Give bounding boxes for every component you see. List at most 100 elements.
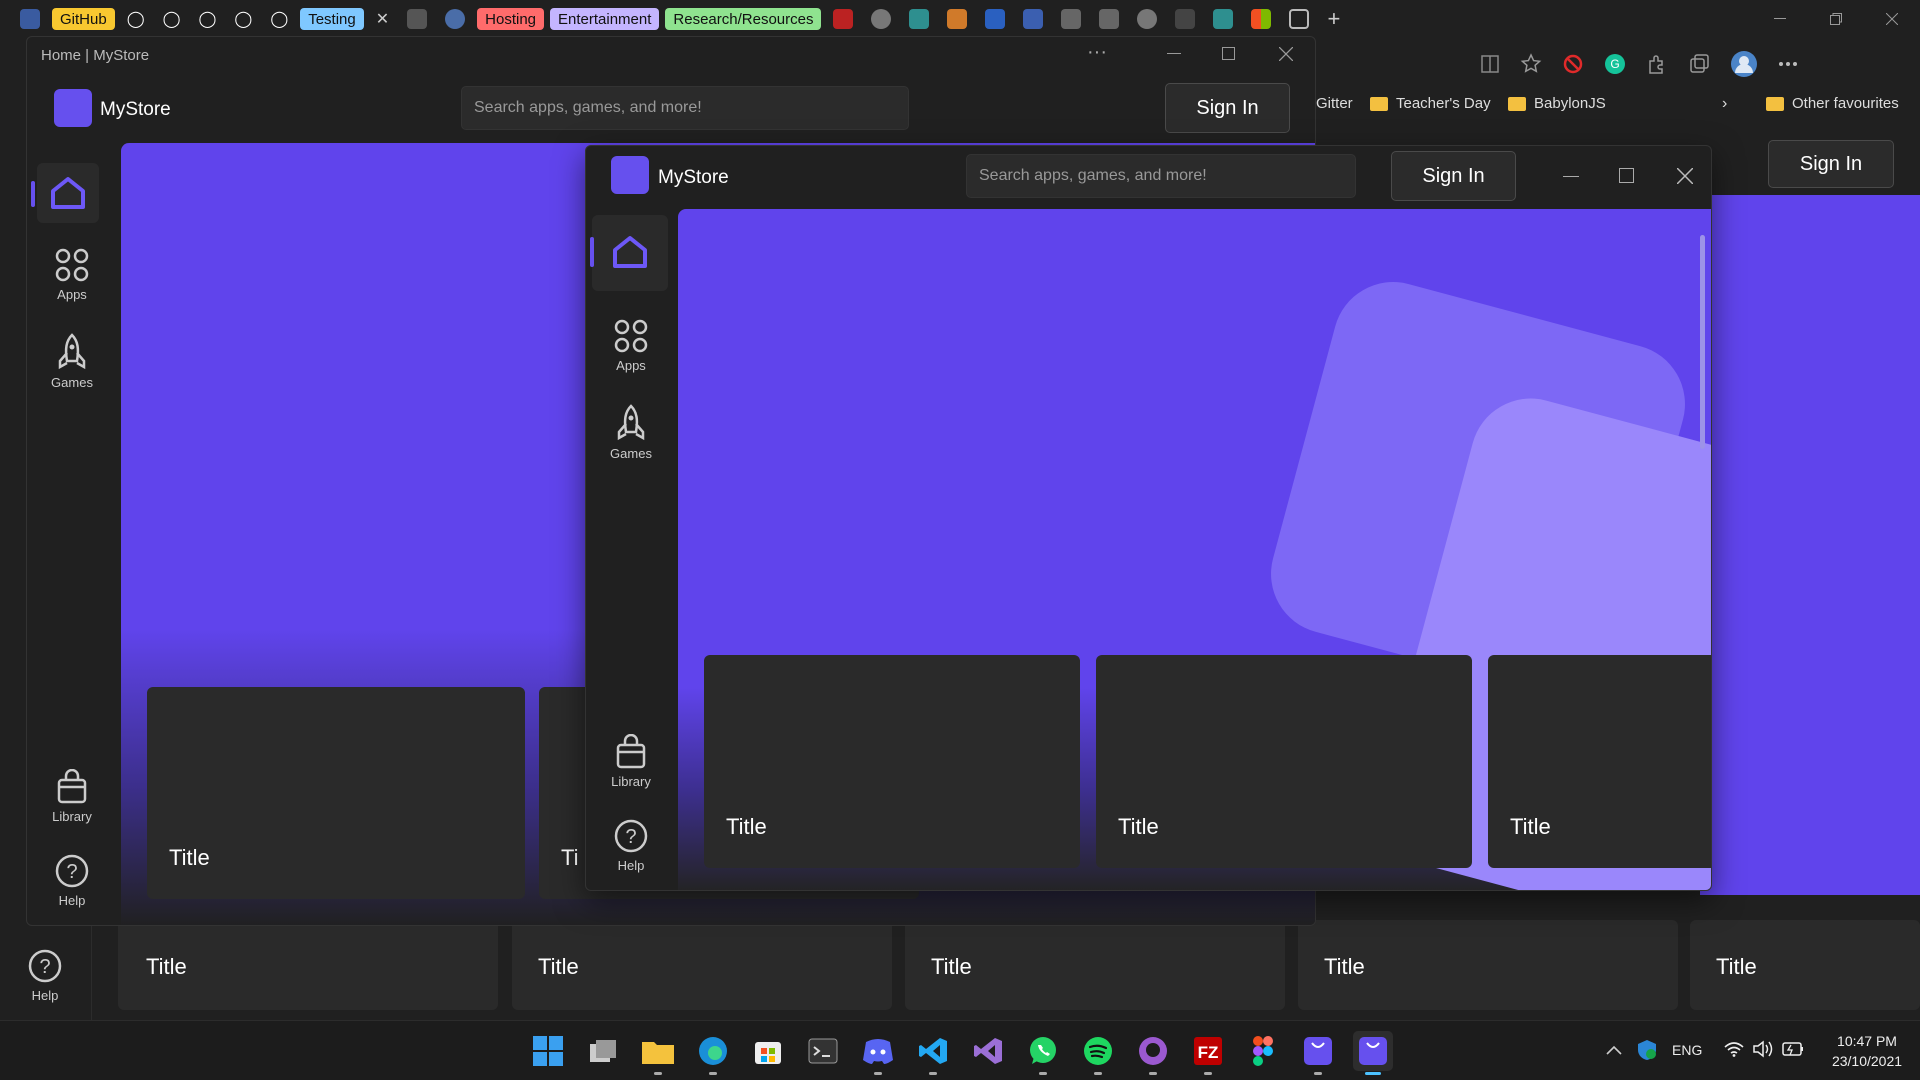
sign-in-button[interactable]: Sign In [1165, 83, 1290, 133]
add-favourite-icon[interactable] [1520, 53, 1542, 75]
tab-page-10[interactable] [1093, 7, 1125, 31]
collections-icon[interactable] [1688, 53, 1710, 75]
tab-page-3[interactable] [827, 7, 859, 31]
taskbar-discord[interactable] [858, 1031, 898, 1075]
taskbar-file-explorer[interactable] [638, 1031, 678, 1075]
language-indicator[interactable]: ENG [1672, 1042, 1702, 1058]
nav-library[interactable]: Library [586, 734, 676, 789]
nav-games[interactable]: Games [27, 333, 117, 390]
card[interactable]: Title [147, 687, 525, 899]
card[interactable]: Title [1488, 655, 1711, 868]
close-icon[interactable] [1677, 168, 1693, 184]
favourites-overflow[interactable]: › [1722, 95, 1727, 113]
tab-group-entertainment[interactable]: Entertainment [550, 8, 660, 30]
tab-page-4[interactable] [865, 7, 897, 31]
sign-in-button[interactable]: Sign In [1391, 151, 1516, 201]
battery-icon[interactable] [1782, 1041, 1804, 1057]
clock[interactable]: 10:47 PM 23/10/2021 [1820, 1031, 1914, 1071]
volume-icon[interactable] [1752, 1040, 1774, 1058]
nav-help[interactable]: ? Help [27, 853, 117, 908]
taskbar-spotify[interactable] [1078, 1031, 1118, 1075]
tab-page-1[interactable] [401, 7, 433, 31]
start-button[interactable] [528, 1031, 568, 1071]
tab-page-13[interactable] [1207, 7, 1239, 31]
taskbar-whatsapp[interactable] [1023, 1031, 1063, 1075]
tab-page-11[interactable] [1131, 7, 1163, 31]
taskbar-github-desktop[interactable] [1133, 1031, 1173, 1075]
card[interactable]: Title [512, 920, 892, 1010]
more-options-icon[interactable]: ··· [1087, 41, 1107, 64]
card[interactable]: Title [905, 920, 1285, 1010]
tab-page-8[interactable] [1017, 7, 1049, 31]
tab-favicon[interactable] [14, 7, 46, 31]
nav-home[interactable] [31, 163, 99, 223]
grammarly-icon[interactable]: G [1604, 53, 1626, 75]
nav-library[interactable]: Library [27, 769, 117, 824]
tab-github-5[interactable]: ◯ [264, 7, 294, 31]
maximize-button[interactable] [1619, 168, 1634, 183]
tab-page-9[interactable] [1055, 7, 1087, 31]
tab-page-12[interactable] [1169, 7, 1201, 31]
card[interactable]: Title [1096, 655, 1472, 868]
split-screen-icon[interactable] [1480, 54, 1500, 74]
tab-github-2[interactable]: ◯ [157, 7, 187, 31]
maximize-button[interactable] [1222, 47, 1235, 60]
close-button[interactable] [1864, 0, 1920, 38]
nav-apps[interactable]: Apps [586, 318, 676, 373]
favourite-folder-babylonjs[interactable]: BabylonJS [1508, 95, 1606, 112]
favourite-folder-teachers-day[interactable]: Teacher's Day [1370, 95, 1491, 112]
nav-apps[interactable]: Apps [27, 247, 117, 302]
tab-group-github[interactable]: GitHub [52, 8, 115, 30]
search-input[interactable]: Search apps, games, and more! [461, 86, 909, 130]
tab-page-6[interactable] [941, 7, 973, 31]
new-tab-button[interactable]: + [1321, 6, 1346, 31]
close-icon[interactable] [1279, 47, 1293, 61]
scrollbar[interactable] [1700, 235, 1705, 449]
card[interactable]: Title [704, 655, 1080, 868]
blocker-extension-icon[interactable] [1562, 53, 1584, 75]
minimize-button[interactable] [1752, 0, 1808, 38]
taskbar-visual-studio[interactable] [968, 1031, 1008, 1071]
task-view-button[interactable] [583, 1031, 623, 1071]
taskbar-mystore-active[interactable] [1353, 1031, 1393, 1075]
tab-active[interactable]: ✕ [370, 7, 395, 31]
tab-github-1[interactable]: ◯ [121, 7, 151, 31]
restore-button[interactable] [1808, 0, 1864, 38]
nav-home[interactable] [590, 215, 668, 291]
card[interactable]: Title [118, 920, 498, 1010]
favourite-gitter[interactable]: Gitter [1316, 95, 1353, 112]
tab-page-15[interactable] [1283, 7, 1315, 31]
wifi-icon[interactable] [1724, 1041, 1744, 1057]
card[interactable]: Title [1298, 920, 1678, 1010]
tab-group-research[interactable]: Research/Resources [665, 8, 822, 30]
tab-github-4[interactable]: ◯ [228, 7, 258, 31]
extensions-icon[interactable] [1646, 53, 1668, 75]
taskbar-microsoft-store[interactable] [748, 1031, 788, 1071]
nav-games[interactable]: Games [586, 404, 676, 461]
tab-github-3[interactable]: ◯ [193, 7, 223, 31]
taskbar-figma[interactable] [1243, 1031, 1283, 1071]
nav-help[interactable]: ? Help [586, 818, 676, 873]
more-options-icon[interactable] [1778, 61, 1798, 67]
background-sign-in-button[interactable]: Sign In [1768, 140, 1894, 188]
taskbar-terminal[interactable] [803, 1031, 843, 1071]
background-nav-help[interactable]: ? Help [0, 948, 90, 1003]
tab-page-7[interactable] [979, 7, 1011, 31]
tab-group-hosting[interactable]: Hosting [477, 8, 545, 30]
search-input[interactable]: Search apps, games, and more! [966, 154, 1356, 198]
minimize-button[interactable] [1167, 53, 1181, 54]
minimize-button[interactable] [1563, 176, 1579, 177]
taskbar-mystore[interactable] [1298, 1031, 1338, 1075]
taskbar-filezilla[interactable]: FZ [1188, 1031, 1228, 1075]
taskbar-edge[interactable] [693, 1031, 733, 1075]
taskbar-vscode[interactable] [913, 1031, 953, 1075]
favourite-folder-other[interactable]: Other favourites [1766, 95, 1899, 112]
tab-page-5[interactable] [903, 7, 935, 31]
chevron-up-icon[interactable] [1606, 1045, 1622, 1055]
profile-avatar-icon[interactable] [1730, 50, 1758, 78]
tab-page-2[interactable] [439, 7, 471, 31]
security-shield-icon[interactable] [1636, 1039, 1658, 1061]
tab-group-testing[interactable]: Testing [300, 8, 364, 30]
card[interactable]: Title [1690, 920, 1920, 1010]
tab-page-14[interactable] [1245, 7, 1277, 31]
